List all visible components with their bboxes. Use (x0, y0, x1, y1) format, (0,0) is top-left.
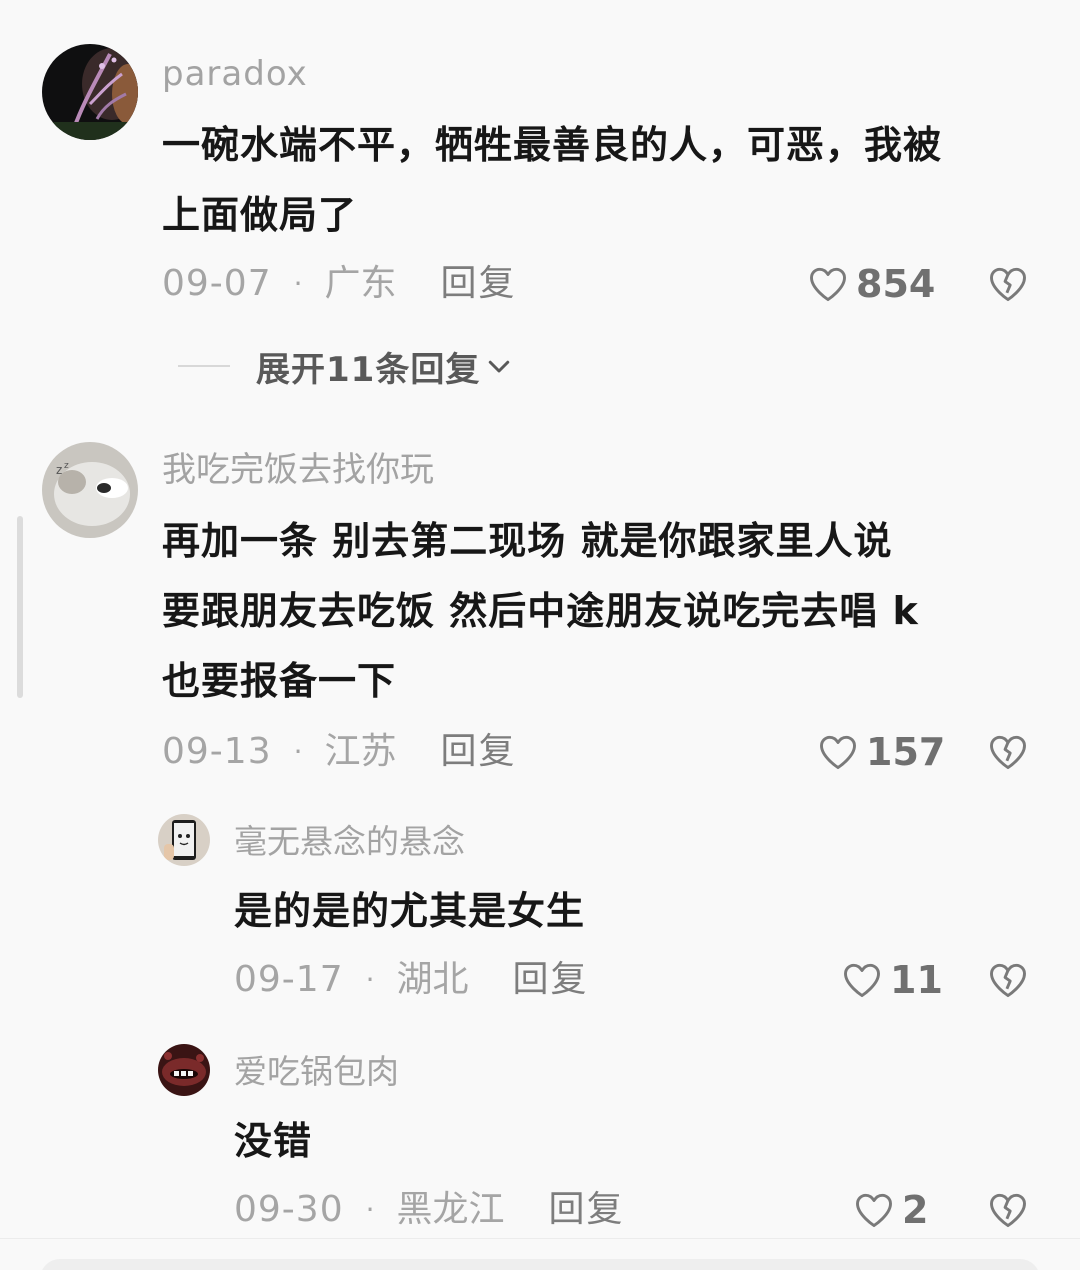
comment-text-line: 上面做局了 (162, 193, 358, 237)
chevron-down-icon (489, 360, 510, 373)
reply-date: 09-17 (234, 959, 344, 1000)
comment-username[interactable]: 我吃完饭去找你玩 (162, 450, 434, 490)
comment-location: 广东 (324, 263, 397, 304)
avatar[interactable] (158, 814, 210, 866)
reply-text-line: 没错 (234, 1119, 313, 1163)
comment-input[interactable] (40, 1259, 1040, 1270)
reply-username[interactable]: 毫无悬念的悬念 (234, 822, 465, 862)
svg-text:z: z (64, 461, 69, 471)
comment-input-bar (0, 1238, 1080, 1270)
broken-heart-icon[interactable] (986, 958, 1030, 1002)
meta-separator: · (293, 267, 303, 300)
like-button[interactable]: 2 (852, 1186, 928, 1234)
reply-meta: 09-30 · 黑龙江 回复 (234, 1190, 625, 1230)
reply-text: 没错 (234, 1106, 312, 1176)
comment-location: 江苏 (324, 731, 397, 772)
avatar[interactable] (42, 44, 138, 140)
reply-date: 09-30 (234, 1189, 344, 1230)
like-count: 2 (902, 1188, 929, 1232)
broken-heart-icon[interactable] (986, 1188, 1030, 1232)
like-button[interactable]: 854 (806, 260, 935, 308)
comment-meta: 09-07 · 广东 回复 (162, 264, 517, 304)
comment-username[interactable]: paradox (162, 54, 308, 94)
reply-button[interactable]: 回复 (441, 264, 517, 304)
scrollbar[interactable] (17, 516, 23, 698)
reply-button[interactable]: 回复 (549, 1190, 625, 1230)
comment-text: 一碗水端不平，牺牲最善良的人，可恶，我被 上面做局了 (162, 110, 942, 250)
svg-text:z: z (56, 463, 62, 477)
divider-line (178, 365, 230, 367)
comment-text-line: 要跟朋友去吃饭 然后中途朋友说吃完去唱 k (162, 589, 919, 633)
meta-separator: · (365, 963, 375, 996)
reply-username[interactable]: 爱吃锅包肉 (234, 1052, 399, 1092)
comment-text-line: 也要报备一下 (162, 659, 397, 703)
reply-button[interactable]: 回复 (513, 960, 589, 1000)
comment-date: 09-07 (162, 263, 272, 304)
comment-date: 09-13 (162, 731, 272, 772)
reply-text-line: 是的是的尤其是女生 (234, 889, 586, 933)
comment-text: 再加一条 别去第二现场 就是你跟家里人说 要跟朋友去吃饭 然后中途朋友说吃完去唱… (162, 506, 919, 716)
broken-heart-icon[interactable] (986, 730, 1030, 774)
heart-outline-icon (844, 963, 880, 998)
heart-outline-icon (856, 1193, 892, 1228)
reply-button[interactable]: 回复 (441, 732, 517, 772)
avatar[interactable] (158, 1044, 210, 1096)
comment-text-line: 再加一条 别去第二现场 就是你跟家里人说 (162, 519, 893, 563)
heart-outline-icon (820, 735, 856, 770)
reply-location: 黑龙江 (396, 1189, 505, 1230)
broken-heart-icon[interactable] (986, 262, 1030, 306)
meta-separator: · (293, 735, 303, 768)
like-button[interactable]: 157 (816, 728, 945, 776)
like-count: 11 (890, 958, 943, 1002)
avatar[interactable]: z z (42, 442, 138, 538)
like-count: 157 (866, 730, 946, 774)
expand-replies-label: 展开11条回复 (256, 349, 481, 390)
expand-replies-button[interactable]: 展开11条回复 (178, 346, 514, 390)
comment-text-line: 一碗水端不平，牺牲最善良的人，可恶，我被 (162, 123, 943, 167)
reply-location: 湖北 (396, 959, 469, 1000)
meta-separator: · (365, 1193, 375, 1226)
comment-meta: 09-13 · 江苏 回复 (162, 732, 517, 772)
reply-text: 是的是的尤其是女生 (234, 876, 585, 946)
like-button[interactable]: 11 (840, 956, 943, 1004)
heart-outline-icon (810, 267, 846, 302)
like-count: 854 (856, 262, 936, 306)
reply-meta: 09-17 · 湖北 回复 (234, 960, 589, 1000)
